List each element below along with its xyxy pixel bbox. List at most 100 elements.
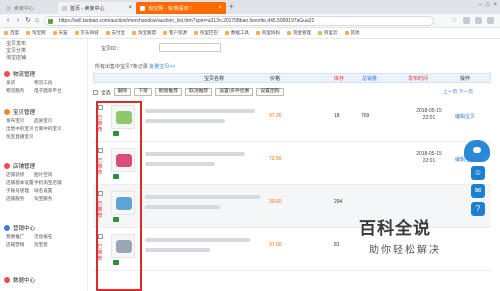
sidebar-item[interactable]: 发布宝贝 [6,117,34,124]
close-tab-icon[interactable]: × [128,5,132,11]
product-price: 39.60 [269,199,282,205]
bookmark-item[interactable]: 资金管理 [287,30,311,36]
publish-time: 2018-05-15 22:01 [416,108,442,121]
browser-tab-bar: 卖家中心 首页 - 卖家中心 × 淘宝网 - 淘!我喜欢 ! × + – □ × [0,0,500,14]
batch-items-link[interactable]: 批量宝贝>> [149,64,175,70]
sidebar-item[interactable]: 物流工具 [34,79,76,86]
column-sales[interactable]: 总销量 [362,75,377,82]
bookmark-item[interactable]: 客户资源 [163,30,187,36]
close-window-icon[interactable]: × [493,2,497,8]
sidebar-item[interactable]: 淘宝直播宝贝 [6,133,34,140]
extension-icon[interactable] [475,17,482,24]
column-stock[interactable]: 库存 [334,75,344,82]
bookmark-icon [194,31,198,35]
sidebar-group-products: 宝贝管理 发布宝贝 品质宝贝 出售中的宝贝 仓库中的宝贝 淘宝直播宝贝 [4,107,88,140]
column-price[interactable]: 价格 [270,75,280,82]
product-title-redacted[interactable] [145,152,245,156]
bookmark-item[interactable]: 数据工具 [225,30,249,36]
url-field[interactable]: https://sell.taobao.com/auction/merchand… [44,16,434,26]
select-all-checkbox[interactable] [93,89,98,95]
sidebar-group-shop: 店铺管理 店铺装修 图片空间 店铺基本设置 手机淘宝店铺 子账号管理 域名设置 … [4,161,88,202]
bookmark-item[interactable]: 天猫 [52,30,68,36]
cancel-recommend-button[interactable]: 取消推荐 [185,88,213,96]
bookmark-item[interactable]: 淘宝网 [26,30,46,36]
set-discount-button[interactable]: 设置/多件优惠 [215,88,254,96]
help-icon[interactable]: ? [471,202,485,216]
browser-tab-1[interactable]: 卖家中心 [2,2,56,14]
sidebar-item[interactable]: 子账号管理 [6,187,34,194]
sidebar-item[interactable]: 物流服务 [6,87,34,94]
product-title-redacted[interactable] [145,109,255,113]
sidebar-item[interactable]: 域名设置 [34,187,76,194]
sidebar-group-header[interactable]: 宝贝管理 [4,107,88,117]
sidebar-item[interactable]: 电子面单平台 [34,87,76,94]
sidebar-link[interactable]: 宝贝分类 [6,48,87,55]
select-all-label[interactable]: 全选 [101,89,111,96]
minimize-icon[interactable]: – [479,2,482,8]
forward-icon[interactable]: › [14,17,22,25]
product-id-redacted [145,162,215,166]
table-row: 已推荐 97.26 18 769 2018-05-15 22:01 编辑宝贝 [93,99,491,142]
item-id-label: 宝贝ID : [101,46,119,52]
sidebar-item[interactable]: 店铺营销 [6,241,34,248]
sidebar-item[interactable]: 仓库中的宝贝 [34,125,76,132]
sidebar-item[interactable]: 出售中的宝贝 [6,125,34,132]
back-icon[interactable]: ‹ [4,17,12,25]
item-id-input[interactable] [159,43,221,52]
bookmark-item[interactable]: 支付宝 [105,30,125,36]
close-tab-icon[interactable]: × [218,5,222,11]
bookmark-item[interactable]: 阿里云 [318,30,338,36]
sidebar-item[interactable]: 我要推广 [6,233,34,240]
maximize-icon[interactable]: □ [486,2,490,8]
browser-tab-3-active[interactable]: 淘宝网 - 淘!我喜欢 ! × [136,2,226,14]
delete-button[interactable]: 删除 [113,88,132,96]
sidebar-item[interactable]: 店铺服务 [6,195,34,202]
new-tab-icon[interactable]: + [229,3,237,11]
pager[interactable]: 上一页 下一页 [443,88,473,95]
bookmark-item[interactable]: 淘宝联盟 [132,30,156,36]
column-time[interactable]: 发布时间 [408,75,428,82]
browser-tab-2[interactable]: 首页 - 卖家中心 × [58,2,136,14]
sidebar-group-header[interactable]: 物流管理 [4,69,88,79]
product-title-redacted[interactable] [145,238,250,242]
sidebar-group-header[interactable]: 营销中心 [4,223,88,233]
sidebar-group-header[interactable]: 店铺管理 [4,161,88,171]
sidebar-group-header[interactable]: 数据中心 [4,275,88,285]
product-id-redacted [145,119,225,123]
edit-item-link[interactable]: 编辑宝贝 [455,113,475,120]
chat-icon[interactable]: ✉ [471,184,485,198]
column-name: 宝贝名称 [204,75,225,82]
set-group-buy-button[interactable]: 设置团购 [256,88,284,96]
sidebar-item[interactable]: 品质宝贝 [34,117,76,124]
star-icon[interactable]: ☆ [451,17,458,24]
address-bar-row: ‹ › ↻ ⌂ https://sell.taobao.com/auction/… [0,14,500,28]
bookmark-item[interactable]: 阿里妈妈 [256,30,280,36]
user-icon[interactable]: ☺ [471,166,485,180]
extension-icon[interactable] [463,17,470,24]
bookmark-item[interactable]: 百度 [4,30,19,36]
sidebar-link[interactable]: 淘宝店铺 [6,55,87,62]
bookmark-icon [287,31,291,35]
home-icon[interactable]: ⌂ [33,17,41,25]
menu-icon[interactable] [487,17,494,24]
tab-favicon-icon [6,5,11,11]
bookmark-item[interactable]: 京东商城 [74,30,99,36]
sidebar-item[interactable]: 淘宝服务 [34,195,76,202]
offline-button[interactable]: 下架 [134,88,152,96]
product-title-redacted[interactable] [145,195,260,199]
sidebar-item[interactable]: 店铺装修 [6,171,34,178]
cloud-assistant-icon[interactable] [464,140,490,162]
sidebar-item[interactable]: 图片空间 [34,171,76,178]
refresh-icon[interactable]: ↻ [24,17,32,25]
bookmark-item[interactable]: 阿里巴巴 [194,30,218,36]
sidebar-link[interactable]: 宝贝发布 [6,41,87,48]
sidebar-item[interactable]: 发货 [6,79,34,86]
bookmark-item[interactable]: 其他 [344,30,360,36]
sidebar-item[interactable]: 活动报名 [34,233,76,240]
sidebar-item[interactable]: 手机淘宝店铺 [34,179,76,186]
megaphone-icon [4,225,10,231]
bookmarks-bar: 百度 淘宝网 天猫 京东商城 支付宝 淘宝联盟 客户资源 阿里巴巴 数据工具 阿… [0,28,500,39]
sidebar-item[interactable]: 淘宝客 [34,241,76,248]
recommend-button[interactable]: 橱窗推荐 [154,88,183,96]
sidebar-item[interactable]: 店铺基本设置 [6,179,34,186]
